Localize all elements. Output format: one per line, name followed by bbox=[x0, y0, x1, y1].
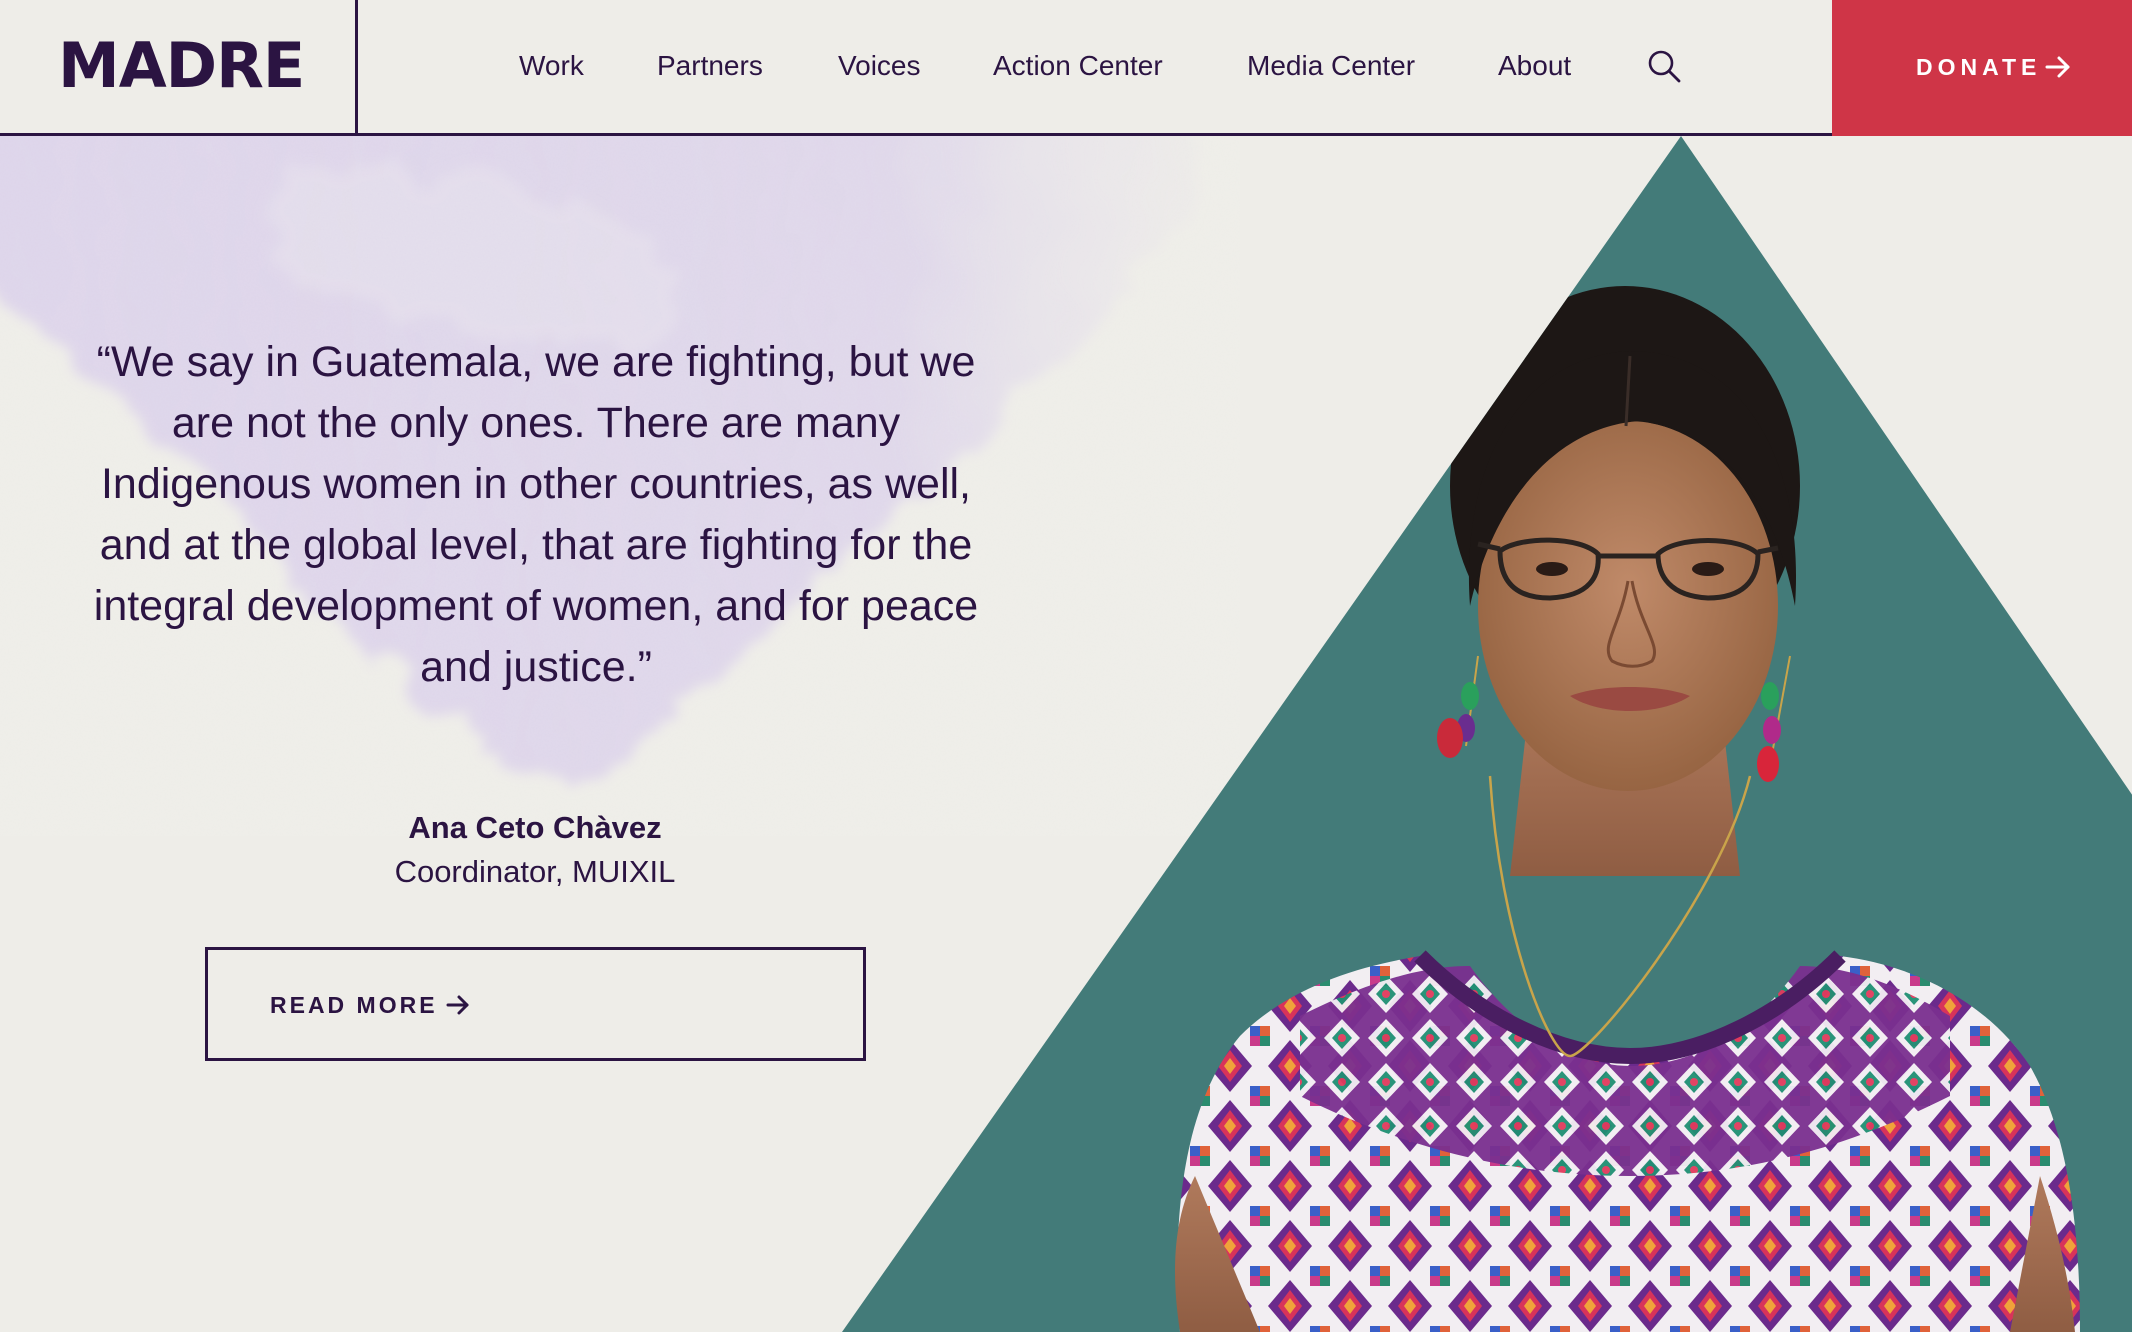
nav-item-voices[interactable]: Voices bbox=[838, 46, 921, 86]
hero-quote: “We say in Guatemala, we are fighting, b… bbox=[93, 338, 979, 691]
main-navigation: Work Partners Voices Action Center Media… bbox=[0, 0, 1832, 133]
nav-item-action-center[interactable]: Action Center bbox=[993, 46, 1163, 86]
hero-section: “We say in Guatemala, we are fighting, b… bbox=[0, 136, 2132, 1332]
donate-button[interactable]: DONATE bbox=[1832, 0, 2132, 136]
nav-item-partners[interactable]: Partners bbox=[657, 46, 763, 86]
quote-author-name: Ana Ceto Chàvez bbox=[408, 810, 662, 845]
quote-author-title: Coordinator, MUIXIL bbox=[394, 854, 676, 889]
search-icon bbox=[1648, 50, 1681, 83]
search-button[interactable] bbox=[1646, 48, 1682, 84]
site-header: MADRE Work Partners Voices Action Center… bbox=[0, 0, 2132, 136]
nav-item-media-center[interactable]: Media Center bbox=[1247, 46, 1415, 86]
donate-label: DONATE bbox=[1916, 54, 2042, 80]
nav-item-work[interactable]: Work bbox=[519, 46, 584, 86]
nav-item-about[interactable]: About bbox=[1498, 46, 1571, 86]
read-more-label: READ MORE bbox=[270, 992, 438, 1018]
arrow-right-icon bbox=[446, 995, 469, 1015]
portrait-photo bbox=[842, 136, 2132, 1332]
arrow-right-icon bbox=[2045, 56, 2070, 78]
read-more-button[interactable]: READ MORE bbox=[205, 947, 866, 1061]
